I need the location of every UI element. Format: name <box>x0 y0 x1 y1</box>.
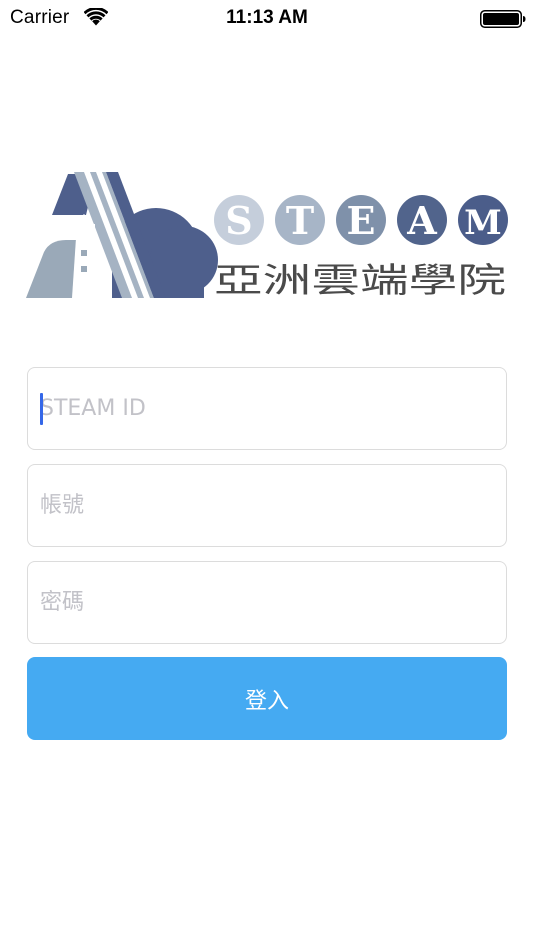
letter-circle-a: A <box>397 195 447 245</box>
battery-icon <box>480 10 526 28</box>
letter-circle-m: M <box>458 195 508 245</box>
letter-circle-t: T <box>275 195 325 245</box>
account-input[interactable] <box>28 465 506 546</box>
letter-circle-s: S <box>214 195 264 245</box>
password-input[interactable] <box>28 562 506 643</box>
letter-s: S <box>225 198 252 243</box>
text-caret <box>40 393 43 425</box>
logo-subtitle: 亞洲雲端學院 <box>214 261 506 300</box>
account-field[interactable] <box>27 464 507 547</box>
steam-id-field[interactable] <box>27 367 507 450</box>
letter-t: T <box>286 198 314 243</box>
steam-id-input[interactable] <box>28 368 506 449</box>
steam-logo: S T E A M 亞洲雲端學院 <box>26 172 508 300</box>
status-time: 11:13 AM <box>226 7 308 28</box>
status-bar: Carrier 11:13 AM <box>0 0 534 38</box>
lighthouse-icon <box>72 214 96 298</box>
login-button[interactable]: 登入 <box>27 657 507 740</box>
letter-m: M <box>464 203 502 243</box>
letter-circle-e: E <box>336 195 386 245</box>
letter-a: A <box>406 198 437 243</box>
letter-e: E <box>347 198 376 243</box>
steam-letters: S T E A M <box>214 195 508 245</box>
password-field[interactable] <box>27 561 507 644</box>
